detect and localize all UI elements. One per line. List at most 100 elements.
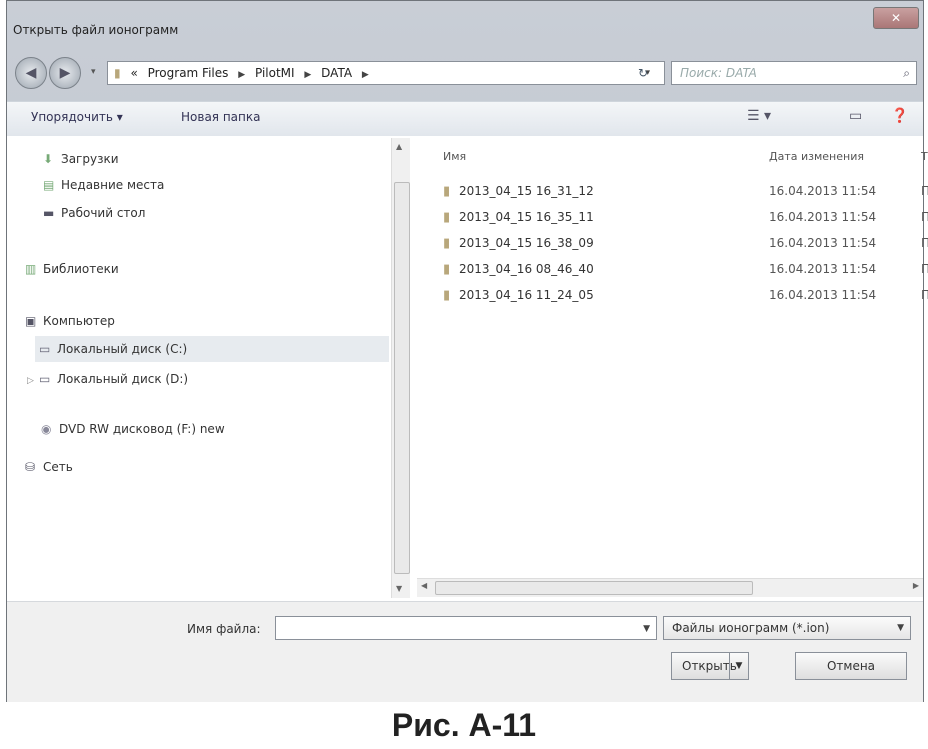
cancel-button[interactable]: Отмена — [795, 652, 907, 680]
address-overflow[interactable]: « — [130, 66, 137, 80]
window-title: Открыть файл ионограмм — [13, 23, 179, 37]
file-type: П — [921, 210, 928, 224]
figure-caption: Рис. А-11 — [391, 707, 537, 743]
folder-icon: ▮ — [443, 288, 451, 303]
file-type: П — [921, 184, 928, 198]
filename-input[interactable]: ▼ — [275, 616, 657, 640]
navigation-scrollbar[interactable]: ▲ ▼ — [391, 138, 410, 598]
column-header-name[interactable]: Имя — [443, 150, 466, 163]
file-type: П — [921, 236, 928, 250]
file-row[interactable]: ▮ 2013_04_15 16_38_09 16.04.2013 11:54 П — [443, 236, 928, 258]
file-type-filter-label: Файлы ионограмм (*.ion) — [672, 621, 830, 635]
forward-arrow-icon[interactable]: ▶ — [49, 57, 81, 89]
drive-icon: ▭ — [39, 342, 51, 356]
breadcrumb-data[interactable]: DATA — [321, 66, 352, 80]
file-date: 16.04.2013 11:54 — [769, 262, 877, 276]
libraries-icon: ▥ — [25, 262, 37, 276]
organize-button[interactable]: Упорядочить ▾ — [31, 110, 123, 124]
scroll-up-icon[interactable]: ▲ — [396, 142, 402, 151]
navigation-pane: ⬇ Загрузки ▤ Недавние места ▬ Рабочий стол … — [7, 136, 389, 596]
view-options-icon[interactable]: ☰ ▾ — [747, 108, 771, 124]
nav-item-computer[interactable]: ▣ Компьютер — [25, 314, 115, 328]
nav-item-label: Сеть — [43, 460, 73, 474]
folder-icon: ▮ — [114, 66, 121, 80]
open-button[interactable]: Открыть ▼ — [671, 652, 749, 680]
chevron-down-icon[interactable]: ▼ — [897, 617, 904, 639]
search-input[interactable]: Поиск: DATA ⌕ — [671, 61, 917, 85]
nav-item-label: Недавние места — [61, 178, 165, 192]
computer-icon: ▣ — [25, 314, 37, 328]
file-list-scrollbar[interactable]: ◀ ▶ — [417, 578, 923, 597]
file-name: 2013_04_15 16_38_09 — [459, 236, 594, 250]
file-type-filter[interactable]: Файлы ионограмм (*.ion) ▼ — [663, 616, 911, 640]
close-button[interactable]: ✕ — [873, 7, 919, 29]
recent-places-icon: ▤ — [43, 178, 55, 192]
nav-item-drive-d[interactable]: ▭ Локальный диск (D:) — [39, 372, 188, 386]
breadcrumb-separator-icon[interactable]: ▶ — [304, 70, 311, 80]
nav-item-libraries[interactable]: ▥ Библиотеки — [25, 262, 119, 276]
file-row[interactable]: ▮ 2013_04_15 16_31_12 16.04.2013 11:54 П — [443, 184, 928, 206]
file-date: 16.04.2013 11:54 — [769, 184, 877, 198]
folder-icon: ▮ — [443, 210, 451, 225]
dialog-footer: Имя файла: ▼ Файлы ионограмм (*.ion) ▼ О… — [7, 601, 923, 702]
recent-pages-dropdown-icon[interactable]: ▾ — [91, 67, 96, 77]
search-placeholder: Поиск: DATA — [680, 66, 757, 80]
scroll-thumb[interactable] — [394, 182, 410, 574]
file-row[interactable]: ▮ 2013_04_15 16_35_11 16.04.2013 11:54 П — [443, 210, 928, 232]
file-name: 2013_04_15 16_31_12 — [459, 184, 594, 198]
nav-item-label: Компьютер — [43, 314, 115, 328]
dvd-icon: ◉ — [41, 422, 52, 436]
nav-item-desktop[interactable]: ▬ Рабочий стол — [43, 206, 145, 220]
filename-dropdown-icon[interactable]: ▼ — [643, 617, 650, 641]
file-date: 16.04.2013 11:54 — [769, 236, 877, 250]
breadcrumb-separator-icon[interactable]: ▶ — [238, 70, 245, 80]
nav-item-label: Локальный диск (D:) — [57, 372, 189, 386]
file-list-pane: Имя Дата изменения Т ▮ 2013_04_15 16_31_1… — [417, 136, 928, 596]
search-icon[interactable]: ⌕ — [903, 62, 910, 84]
nav-item-label: DVD RW дисковод (F:) new — [59, 422, 225, 436]
downloads-icon: ⬇ — [43, 152, 54, 166]
scroll-thumb[interactable] — [435, 581, 753, 595]
scroll-down-icon[interactable]: ▼ — [396, 584, 402, 593]
file-row[interactable]: ▮ 2013_04_16 11_24_05 16.04.2013 11:54 П — [443, 288, 928, 310]
open-file-dialog: Открыть файл ионограмм ✕ ◀ ▶ ▾ ▮ « Progr… — [6, 0, 928, 702]
file-row[interactable]: ▮ 2013_04_16 08_46_40 16.04.2013 11:54 П — [443, 262, 928, 284]
content-area: ⬇ Загрузки ▤ Недавние места ▬ Рабочий стол … — [7, 136, 928, 601]
file-name: 2013_04_16 08_46_40 — [459, 262, 594, 276]
nav-item-recent-places[interactable]: ▤ Недавние места — [43, 178, 164, 192]
new-folder-button[interactable]: Новая папка — [181, 110, 260, 124]
scroll-left-icon[interactable]: ◀ — [421, 581, 427, 590]
nav-item-label: Загрузки — [61, 152, 119, 166]
file-date: 16.04.2013 11:54 — [769, 288, 877, 302]
breadcrumb-separator-icon[interactable]: ▶ — [362, 70, 369, 80]
nav-item-dvd-drive[interactable]: ◉ DVD RW дисковод (F:) new — [41, 422, 225, 436]
column-header-type[interactable]: Т — [921, 150, 928, 163]
breadcrumb-program-files[interactable]: Program Files — [148, 66, 229, 80]
address-bar[interactable]: ▮ « Program Files ▶ PilotMI ▶ DATA ▶ ▾ — [107, 61, 665, 85]
expand-arrow-icon[interactable]: ▷ — [27, 376, 34, 386]
nav-item-drive-c[interactable]: ▭ Локальный диск (C:) — [35, 336, 389, 362]
scroll-right-icon[interactable]: ▶ — [913, 581, 919, 590]
refresh-icon[interactable]: ↻ — [629, 61, 657, 85]
filename-label: Имя файла: — [187, 622, 261, 636]
folder-icon: ▮ — [443, 184, 451, 199]
title-bar: Открыть файл ионограмм ✕ — [7, 1, 923, 49]
nav-item-downloads[interactable]: ⬇ Загрузки — [43, 152, 119, 166]
file-name: 2013_04_16 11_24_05 — [459, 288, 594, 302]
nav-item-network[interactable]: ⛁ Сеть — [25, 460, 73, 474]
drive-icon: ▭ — [39, 372, 51, 386]
back-arrow-icon[interactable]: ◀ — [15, 57, 47, 89]
nav-item-label: Рабочий стол — [61, 206, 146, 220]
command-toolbar: Упорядочить ▾ Новая папка ☰ ▾ ▭ ❓ — [7, 101, 923, 137]
preview-pane-icon[interactable]: ▭ — [849, 108, 862, 124]
folder-icon: ▮ — [443, 262, 451, 277]
folder-icon: ▮ — [443, 236, 451, 251]
breadcrumb-pilotmi[interactable]: PilotMI — [255, 66, 295, 80]
nav-item-label: Локальный диск (C:) — [57, 342, 188, 356]
help-icon[interactable]: ❓ — [891, 108, 908, 124]
nav-item-label: Библиотеки — [43, 262, 119, 276]
column-header-date[interactable]: Дата изменения — [769, 150, 864, 163]
desktop-icon: ▬ — [43, 206, 55, 220]
open-options-dropdown-icon[interactable]: ▼ — [729, 653, 748, 679]
file-date: 16.04.2013 11:54 — [769, 210, 877, 224]
